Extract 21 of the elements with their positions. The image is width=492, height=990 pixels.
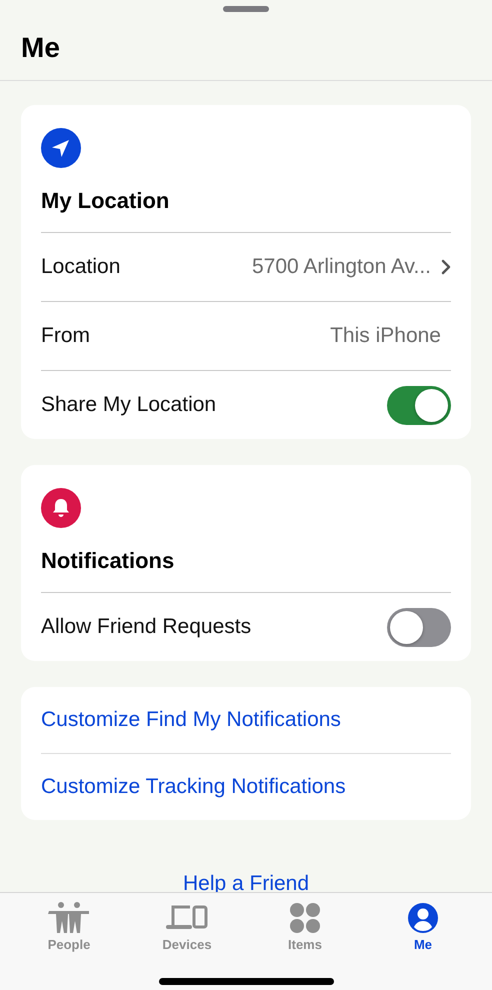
- location-value: 5700 Arlington Av...: [252, 255, 431, 279]
- chevron-icon: [441, 259, 451, 275]
- tab-item[interactable]: Me: [378, 893, 468, 952]
- items-icon: [288, 901, 322, 935]
- screen-title: Me: [0, 12, 492, 81]
- toggle-switch[interactable]: [387, 386, 451, 424]
- person-icon: [407, 902, 439, 934]
- section-title: My Location: [41, 187, 170, 215]
- grabber-handle[interactable]: [223, 6, 269, 12]
- row-label: Location: [41, 255, 122, 279]
- notification-link[interactable]: Customize Tracking Notifications: [41, 753, 451, 820]
- notification-link[interactable]: Customize Find My Notifications: [41, 687, 451, 753]
- bell-icon: [41, 488, 81, 528]
- row-label: From: [41, 324, 91, 348]
- toggle-switch[interactable]: [387, 608, 451, 646]
- row-label: Share My Location: [41, 393, 218, 417]
- help-link[interactable]: Help a Friend: [182, 872, 310, 896]
- section-title: Notifications: [41, 547, 176, 575]
- row-label: Allow Friend Requests: [41, 615, 252, 639]
- people-icon: [47, 901, 91, 935]
- device-value: This iPhone: [330, 324, 441, 348]
